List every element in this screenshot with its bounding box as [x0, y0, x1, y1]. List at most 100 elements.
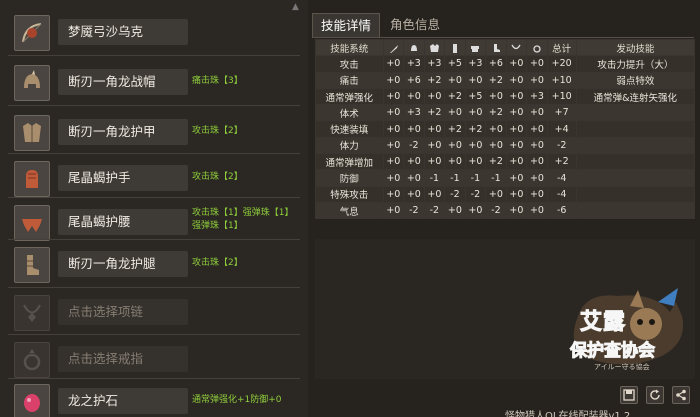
equipment-name[interactable]: 点击选择戒指: [58, 346, 188, 372]
skill-value: +0: [505, 136, 528, 155]
skill-value: +0: [423, 87, 446, 106]
save-button[interactable]: [620, 386, 638, 404]
decoration-list: 痛击珠【3】: [192, 75, 304, 88]
weapon-icon: [390, 44, 399, 53]
waist-icon: [471, 45, 480, 52]
skill-name: 防御: [315, 169, 384, 187]
table-row: 攻击 +0 +3 +3 +5 +3 +6 +0 +0 +20 攻击力提升（大）: [315, 55, 696, 73]
equipment-slot[interactable]: 断刃一角龙战帽 痛击珠【3】: [0, 63, 308, 105]
skill-value: +2: [444, 87, 466, 106]
association-logo: 艾露 保护查协会 アイルー守る協会: [558, 282, 692, 378]
skill-value: +2: [444, 120, 466, 138]
skill-name: 痛击: [315, 71, 384, 89]
skill-value: -2: [464, 185, 487, 203]
activated-skill: [575, 153, 696, 171]
equipment-name[interactable]: 龙之护石: [58, 388, 188, 414]
skill-value: -2: [444, 185, 466, 203]
skill-value: +0: [444, 201, 466, 220]
table-row: 痛击 +0 +6 +2 +0 +0 +2 +0 +0 +10 弱点特效: [315, 71, 696, 89]
equipment-slot[interactable]: 梦魇弓沙乌克: [0, 13, 308, 55]
skill-name: 通常弹增加: [315, 153, 384, 171]
gauntlet-icon[interactable]: [14, 161, 50, 197]
skill-total: -6: [546, 201, 577, 220]
waist-armor-icon[interactable]: [14, 205, 50, 241]
skill-value: +0: [526, 120, 548, 138]
helm-icon[interactable]: [14, 65, 50, 101]
equipment-name[interactable]: 尾晶蝎护手: [58, 165, 188, 191]
skill-value: +0: [444, 71, 466, 89]
equipment-name[interactable]: 点击选择项链: [58, 299, 188, 325]
skill-total: -4: [546, 169, 577, 187]
activated-skill: [575, 136, 696, 155]
refresh-button[interactable]: [646, 386, 664, 404]
column-arm-icon: [444, 38, 466, 57]
skill-value: +2: [423, 104, 446, 122]
skill-value: +0: [464, 71, 487, 89]
helm-icon: [410, 44, 417, 51]
skill-total: +4: [546, 120, 577, 138]
column-ring-icon: [526, 38, 548, 57]
skill-value: +0: [505, 104, 528, 122]
skill-table-header: 技能系统 总计 发动技能: [315, 38, 696, 57]
skill-value: -2: [423, 201, 446, 220]
skill-value: -2: [403, 136, 425, 155]
chest-armor-icon[interactable]: [14, 115, 50, 151]
equipment-name[interactable]: 梦魇弓沙乌克: [58, 19, 188, 45]
skill-value: +0: [423, 185, 446, 203]
skill-value: +2: [485, 104, 507, 122]
leg-icon: [493, 43, 500, 52]
column-helm-icon: [403, 38, 425, 57]
equipment-slot[interactable]: 断刃一角龙护腿 攻击珠【2】: [0, 245, 308, 287]
skill-value: +0: [382, 87, 405, 106]
equipment-name[interactable]: 断刃一角龙护腿: [58, 251, 188, 277]
skill-value: +0: [423, 153, 446, 171]
skill-value: +0: [464, 201, 487, 220]
column-necklace-icon: [505, 38, 528, 57]
decoration-item: 攻击珠【2】: [192, 258, 243, 268]
equipment-slot[interactable]: 龙之护石 通常弹强化+1防御+0: [0, 382, 308, 417]
leg-armor-icon[interactable]: [14, 247, 50, 283]
slot-divider: [8, 287, 300, 288]
skill-value: -1: [444, 169, 466, 187]
equipment-name[interactable]: 断刃一角龙战帽: [58, 69, 188, 95]
skill-name: 快速装填: [315, 120, 384, 138]
skill-value: +0: [505, 185, 528, 203]
ring-icon[interactable]: [14, 342, 50, 378]
equipment-slot[interactable]: 点击选择戒指: [0, 340, 308, 382]
slot-divider: [8, 105, 300, 106]
skill-value: +0: [505, 55, 528, 73]
skill-total: +10: [546, 71, 577, 89]
logo-line2: 保护查协会: [570, 341, 656, 362]
skill-value: +0: [444, 104, 466, 122]
slot-divider: [8, 55, 300, 56]
activated-skill: [575, 169, 696, 187]
skill-value: +0: [444, 153, 466, 171]
charm-icon[interactable]: [14, 384, 50, 417]
tab-skill-details[interactable]: 技能详情: [312, 13, 381, 37]
share-button[interactable]: [672, 386, 690, 404]
tab-character-info[interactable]: 角色信息: [382, 13, 448, 37]
skill-value: -2: [485, 201, 507, 220]
skill-value: +0: [382, 185, 405, 203]
app-title: 怪物猎人OL在线配装器v1.2: [505, 411, 631, 417]
refresh-icon: [650, 389, 660, 400]
skill-value: -1: [423, 169, 446, 187]
skill-value: +0: [464, 104, 487, 122]
skill-value: +0: [403, 120, 425, 138]
equipment-name[interactable]: 断刃一角龙护甲: [58, 119, 188, 145]
activated-skill: [575, 120, 696, 138]
equipment-name[interactable]: 尾晶蝎护腰: [58, 209, 188, 235]
equipment-slot[interactable]: 点击选择项链: [0, 293, 308, 335]
equipment-slot[interactable]: 尾晶蝎护手 攻击珠【2】: [0, 159, 308, 201]
skill-value: +0: [444, 136, 466, 155]
scroll-up-icon[interactable]: ▲: [292, 2, 299, 12]
bow-icon[interactable]: [14, 15, 50, 51]
skill-name: 体术: [315, 104, 384, 122]
skill-value: +0: [403, 185, 425, 203]
equipment-slot[interactable]: 断刃一角龙护甲 攻击珠【2】: [0, 113, 308, 155]
skill-value: +6: [403, 71, 425, 89]
skill-value: +0: [382, 71, 405, 89]
necklace-icon[interactable]: [14, 295, 50, 331]
skill-value: +0: [526, 201, 548, 220]
skill-value: +0: [485, 87, 507, 106]
